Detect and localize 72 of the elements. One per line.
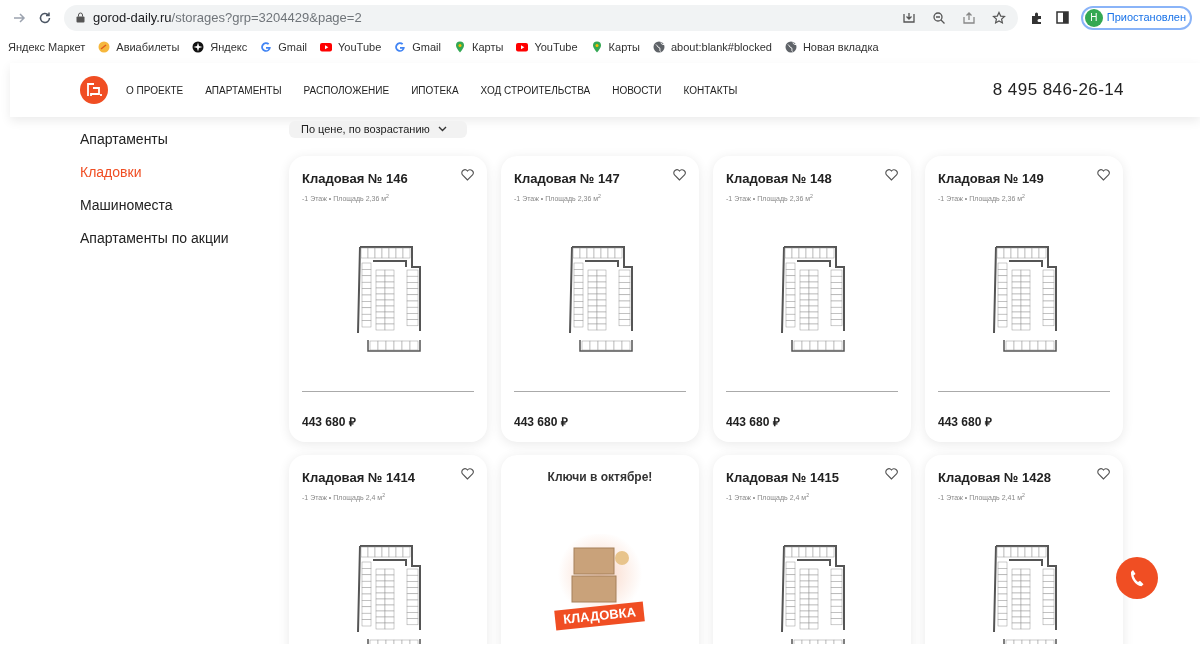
- promo-title: Ключи в октябре!: [547, 468, 653, 486]
- install-icon[interactable]: [901, 10, 916, 25]
- logo[interactable]: [80, 76, 108, 104]
- side-panel-icon[interactable]: [1055, 11, 1069, 24]
- map-pin-icon: [454, 41, 466, 53]
- chevron-down-icon: [437, 126, 447, 133]
- sidebar-link[interactable]: Машиноместа: [80, 195, 289, 216]
- card-title: Кладовая № 147: [514, 169, 620, 188]
- card-price: 443 680 ₽: [514, 413, 569, 431]
- card-title: Кладовая № 1428: [938, 468, 1051, 487]
- zoom-out-icon[interactable]: [931, 10, 946, 25]
- nav-link[interactable]: О ПРОЕКТЕ: [126, 82, 184, 98]
- card-price: 443 680 ₽: [726, 413, 781, 431]
- lock-icon: [76, 12, 85, 23]
- card-title: Кладовая № 146: [302, 169, 408, 188]
- card-title: Кладовая № 149: [938, 169, 1044, 188]
- globe-icon: [652, 41, 665, 53]
- profile-button[interactable]: Н Приостановлен: [1080, 5, 1192, 30]
- address-bar[interactable]: gorod-daily.ru/storages?grp=3204429&page=2: [64, 4, 1018, 31]
- globe-icon: [784, 41, 797, 53]
- card-title: Кладовая № 1414: [302, 468, 415, 487]
- nav-link[interactable]: ХОД СТРОИТЕЛЬСТВА: [480, 82, 591, 98]
- card-title: Кладовая № 1415: [726, 468, 839, 487]
- heart-icon[interactable]: [1097, 467, 1110, 480]
- nav-link[interactable]: РАСПОЛОЖЕНИЕ: [303, 82, 390, 98]
- plane-icon: [98, 41, 111, 53]
- bookmark[interactable]: YouTube: [516, 38, 578, 56]
- card-title: Кладовая № 148: [726, 169, 832, 188]
- nav-link[interactable]: АПАРТАМЕНТЫ: [205, 82, 282, 98]
- bookmark[interactable]: Яндекс: [192, 38, 248, 56]
- share-icon[interactable]: [961, 10, 976, 25]
- bookmark[interactable]: Gmail: [260, 38, 308, 56]
- nav-link[interactable]: КОНТАКТЫ: [683, 82, 738, 98]
- play-icon: [320, 41, 333, 53]
- profile-avatar: Н: [1084, 8, 1103, 27]
- sidebar-link[interactable]: Апартаменты по акции: [80, 228, 289, 249]
- heart-icon[interactable]: [461, 168, 474, 181]
- promo-card[interactable]: Ключи в октябре! КЛАДОВКА: [501, 454, 699, 644]
- phone-icon: [1129, 569, 1145, 587]
- heart-icon[interactable]: [673, 168, 686, 181]
- call-button[interactable]: [1116, 557, 1158, 599]
- phone-number[interactable]: 8 495 846-26-14: [992, 77, 1124, 103]
- play-icon: [516, 41, 529, 53]
- heart-icon[interactable]: [885, 168, 898, 181]
- card-price: 443 680 ₽: [938, 413, 993, 431]
- nav-link[interactable]: НОВОСТИ: [612, 82, 662, 98]
- heart-icon[interactable]: [1097, 168, 1110, 181]
- nav-link[interactable]: ИПОТЕКА: [411, 82, 459, 98]
- g-letter-icon: [394, 41, 407, 53]
- bookmark[interactable]: Карты: [454, 38, 504, 56]
- map-pin-icon: [590, 41, 603, 53]
- profile-status: Приостановлен: [1106, 10, 1186, 26]
- bookmark[interactable]: Gmail: [394, 38, 441, 56]
- g-letter-icon: [260, 41, 273, 53]
- bookmark[interactable]: YouTube: [320, 38, 382, 56]
- bookmark[interactable]: Яндекс Маркет: [8, 38, 86, 56]
- puzzle-icon[interactable]: [1029, 10, 1044, 25]
- bookmark[interactable]: about:blank#blocked: [652, 38, 772, 56]
- url-text: gorod-daily.ru/storages?grp=3204429&page=2: [93, 8, 362, 27]
- bookmark[interactable]: Новая вкладка: [784, 38, 879, 56]
- star-badge-icon: [192, 41, 205, 53]
- bookmark[interactable]: Авиабилеты: [98, 38, 180, 56]
- logo-mark-icon: [86, 83, 102, 97]
- sort-dropdown[interactable]: По цене, по возрастанию: [289, 121, 467, 138]
- sidebar-link[interactable]: Апартаменты: [80, 129, 289, 150]
- reload-icon[interactable]: [38, 10, 52, 25]
- heart-icon[interactable]: [885, 467, 898, 480]
- star-icon[interactable]: [991, 10, 1006, 25]
- card-price: 443 680 ₽: [302, 413, 357, 431]
- sidebar-link[interactable]: Кладовки: [80, 162, 289, 183]
- heart-icon[interactable]: [461, 467, 474, 480]
- bookmark[interactable]: Карты: [590, 38, 640, 56]
